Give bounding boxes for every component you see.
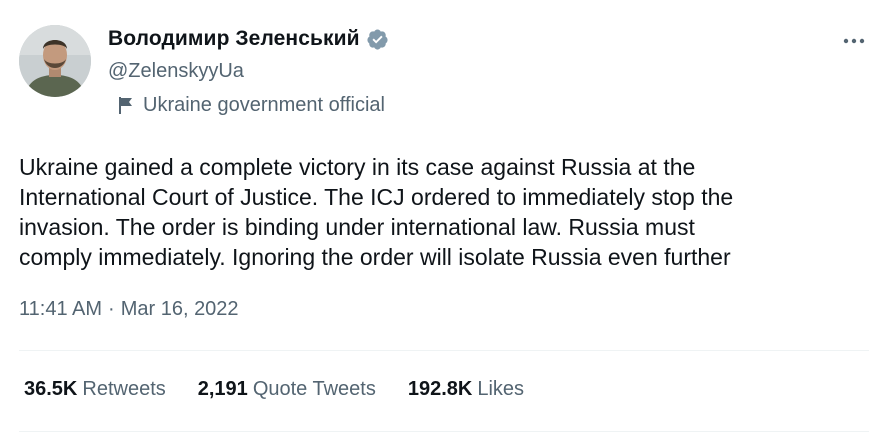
likes-stat[interactable]: 192.8K Likes bbox=[408, 378, 524, 401]
more-options-button[interactable] bbox=[838, 30, 870, 52]
author-avatar[interactable] bbox=[19, 25, 91, 97]
retweets-stat[interactable]: 36.5K Retweets bbox=[24, 378, 166, 401]
engagement-stats: 36.5K Retweets 2,191 Quote Tweets 192.8K… bbox=[24, 378, 556, 401]
author-name-row[interactable]: Володимир Зеленський bbox=[108, 27, 389, 51]
timestamp-separator: · bbox=[108, 298, 115, 320]
flag-icon bbox=[117, 96, 134, 115]
affiliation-text: Ukraine government official bbox=[143, 94, 385, 116]
avatar-photo-icon bbox=[19, 25, 91, 97]
tweet-date[interactable]: Mar 16, 2022 bbox=[121, 298, 239, 321]
likes-label: Likes bbox=[477, 378, 525, 400]
tweet-time[interactable]: 11:41 AM bbox=[19, 298, 102, 321]
quote-tweets-count: 2,191 bbox=[197, 378, 248, 400]
retweets-count: 36.5K bbox=[24, 378, 78, 400]
divider bbox=[19, 431, 869, 432]
quote-tweets-stat[interactable]: 2,191 Quote Tweets bbox=[198, 378, 376, 401]
more-dots-icon bbox=[843, 38, 865, 44]
verified-badge-icon[interactable] bbox=[366, 28, 389, 51]
quote-tweets-label: Quote Tweets bbox=[252, 378, 376, 400]
divider bbox=[19, 350, 869, 351]
tweet-timestamp: 11:41 AM · Mar 16, 2022 bbox=[19, 298, 239, 321]
author-display-name[interactable]: Володимир Зеленський bbox=[108, 27, 360, 51]
author-handle[interactable]: @ZelenskyyUa bbox=[108, 60, 244, 83]
likes-count: 192.8K bbox=[407, 378, 473, 400]
tweet-text: Ukraine gained a complete victory in its… bbox=[19, 154, 734, 270]
affiliation-label-row: Ukraine government official bbox=[117, 94, 385, 117]
retweets-label: Retweets bbox=[82, 378, 166, 400]
